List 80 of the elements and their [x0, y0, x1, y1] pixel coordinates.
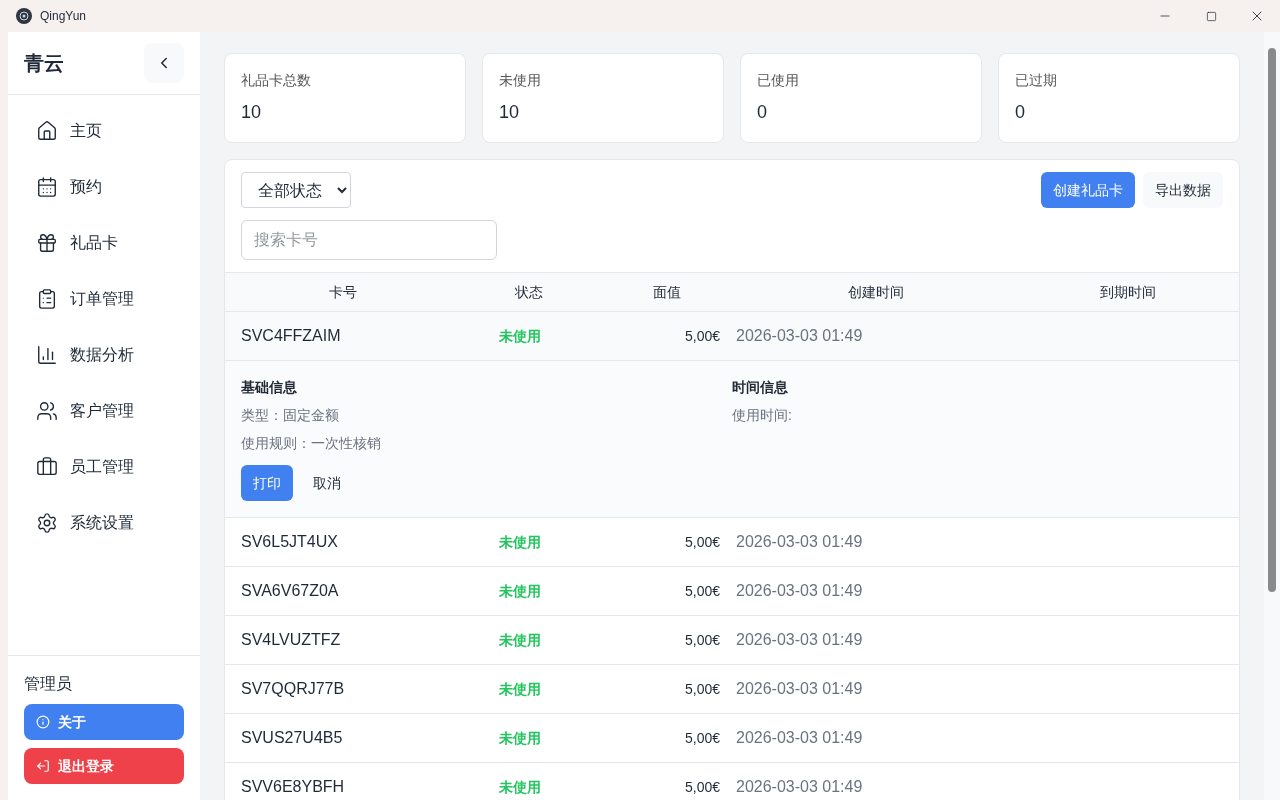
section-title: 时间信息 [732, 378, 789, 397]
created-time: 2026-03-03 01:49 [736, 679, 864, 699]
window-title: QingYun [40, 8, 87, 24]
nav-item[interactable]: 数据分析 [24, 327, 184, 383]
nav-item[interactable]: 主页 [24, 103, 184, 159]
column-header: 面值 [652, 283, 682, 302]
settings-icon [36, 512, 58, 534]
card-number: SVA6V67Z0A [240, 581, 340, 601]
created-time: 2026-03-03 01:49 [736, 728, 864, 748]
status-text: 未使用 [498, 533, 542, 552]
export-button[interactable]: 导出数据 [1143, 172, 1223, 208]
face-value: 5,00€ [683, 631, 721, 650]
created-time: 2026-03-03 01:49 [736, 630, 864, 650]
created-time: 2026-03-03 01:49 [736, 532, 864, 552]
nav-item[interactable]: 礼品卡 [24, 215, 184, 271]
created-time: 2026-03-03 01:49 [736, 326, 864, 346]
detail-text: 使用规则：一次性核销 [241, 434, 382, 453]
face-value: 5,00€ [683, 778, 721, 797]
stat-label: 未使用 [499, 71, 542, 90]
status-text: 未使用 [498, 729, 542, 748]
face-value: 5,00€ [683, 533, 721, 552]
stat-label: 礼品卡总数 [241, 71, 312, 90]
face-value: 5,00€ [683, 327, 721, 346]
maximize-icon [1205, 10, 1217, 22]
brand-title: 青云 [24, 51, 64, 76]
stat-label: 已使用 [757, 71, 800, 90]
stat-value: 0 [1015, 101, 1026, 124]
detail-text: 类型：固定金额 [241, 406, 340, 425]
created-time: 2026-03-03 01:49 [736, 777, 864, 797]
stat-label: 已过期 [1015, 71, 1058, 90]
column-header: 创建时间 [847, 283, 905, 302]
status-text: 未使用 [498, 778, 542, 797]
column-header: 到期时间 [1098, 283, 1157, 302]
status-text: 未使用 [498, 327, 542, 346]
gift-icon [36, 232, 58, 254]
search-field[interactable]: 搜索卡号 [241, 220, 497, 260]
created-time: 2026-03-03 01:49 [736, 581, 864, 601]
info-icon [36, 715, 50, 729]
face-value: 5,00€ [683, 729, 721, 748]
user-role: 管理员 [24, 674, 73, 694]
nav-item[interactable]: 系统设置 [24, 495, 184, 551]
status-text: 未使用 [498, 680, 542, 699]
card-number: SVC4FFZAIM [240, 326, 342, 346]
clipboard-icon [36, 288, 58, 310]
card-number: SV7QQRJ77B [240, 679, 346, 699]
face-value: 5,00€ [683, 680, 721, 699]
detail-text: 使用时间: [732, 406, 793, 425]
card-number: SV6L5JT4UX [240, 532, 339, 552]
card-number: SVUS27U4B5 [240, 728, 344, 748]
bar-chart-icon [36, 344, 58, 366]
stat-value: 0 [757, 101, 768, 124]
face-value: 5,00€ [683, 582, 721, 601]
briefcase-icon [36, 456, 58, 478]
logout-button[interactable]: 退出登录 [24, 748, 184, 784]
stat-value: 10 [499, 101, 521, 124]
nav-item[interactable]: 预约 [24, 159, 184, 215]
home-icon [36, 120, 58, 142]
nav-item[interactable]: 员工管理 [24, 439, 184, 495]
status-text: 未使用 [498, 631, 542, 650]
create-card-button[interactable]: 创建礼品卡 [1041, 172, 1135, 208]
collapse-button[interactable] [144, 43, 184, 83]
column-header: 状态 [514, 283, 544, 302]
calendar-icon [36, 176, 58, 198]
about-button[interactable]: 关于 [24, 704, 184, 740]
users-icon [36, 400, 58, 422]
app-logo-icon [16, 8, 32, 24]
nav-item[interactable]: 客户管理 [24, 383, 184, 439]
stat-value: 10 [241, 101, 263, 124]
nav-item[interactable]: 订单管理 [24, 271, 184, 327]
cancel-button[interactable]: 取消 [301, 465, 353, 501]
print-button[interactable]: 打印 [241, 465, 293, 501]
card-number: SVV6E8YBFH [240, 777, 346, 797]
status-text: 未使用 [498, 582, 542, 601]
scrollbar-thumb[interactable] [1268, 48, 1276, 592]
section-title: 基础信息 [241, 378, 298, 397]
column-header: 卡号 [327, 283, 358, 302]
card-number: SV4LVUZTFZ [240, 630, 342, 650]
scrollbar[interactable] [1264, 32, 1280, 800]
status-filter[interactable]: 全部状态 [241, 172, 351, 208]
logout-icon [36, 759, 50, 773]
